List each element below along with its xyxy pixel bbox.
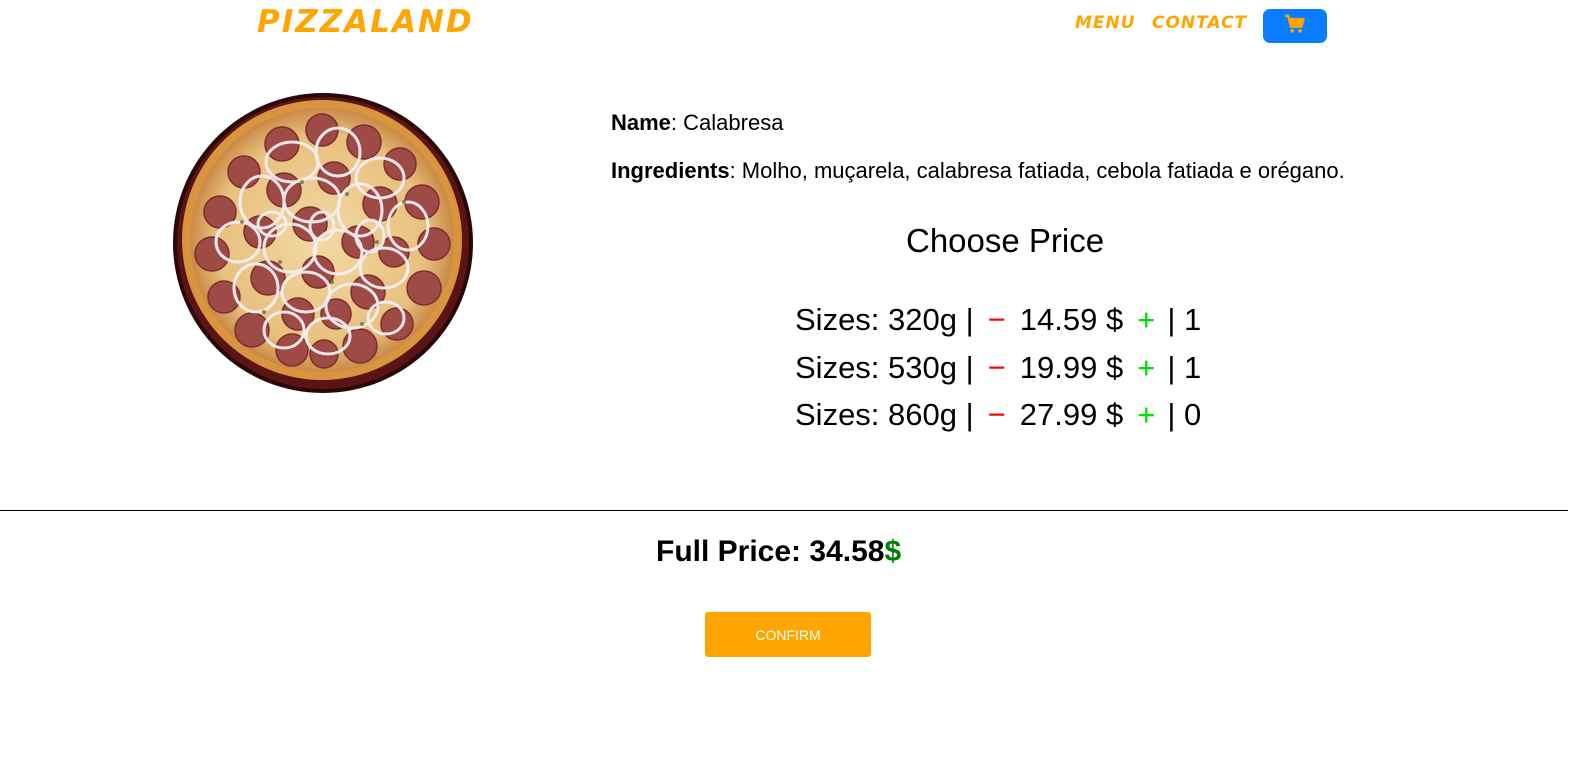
nav-contact-link[interactable]: CONTACT — [1152, 13, 1247, 33]
header: PIZZALAND MENU CONTACT — [0, 0, 1568, 52]
size-quantity: | 1 — [1167, 302, 1202, 337]
full-price-amount: 34.58 — [809, 535, 885, 568]
choose-price-title: Choose Price — [906, 222, 1105, 259]
product-ingredients: Ingredients: Molho, muçarela, calabresa … — [611, 158, 1345, 184]
size-row: Sizes: 530g | − 19.99 $ + | 1 — [795, 350, 1201, 386]
product-name-value: : Calabresa — [670, 110, 784, 135]
brand-logo[interactable]: PIZZALAND — [257, 4, 474, 40]
product-name-label: Name — [611, 110, 671, 135]
cart-icon — [1284, 14, 1306, 39]
nav-menu-link[interactable]: MENU — [1075, 13, 1136, 33]
size-quantity: | 0 — [1167, 397, 1202, 432]
cart-button[interactable] — [1263, 9, 1327, 43]
size-price: 19.99 $ — [1019, 350, 1124, 385]
pizza-image — [172, 92, 474, 394]
decrease-button[interactable]: − — [988, 350, 1006, 386]
increase-button[interactable]: + — [1137, 397, 1155, 433]
size-row: Sizes: 320g | − 14.59 $ + | 1 — [795, 302, 1201, 338]
decrease-button[interactable]: − — [988, 397, 1006, 433]
product-name: Name: Calabresa — [611, 110, 783, 136]
increase-button[interactable]: + — [1137, 350, 1155, 386]
increase-button[interactable]: + — [1137, 302, 1155, 338]
product-ingredients-value: : Molho, muçarela, calabresa fatiada, ce… — [729, 158, 1345, 183]
size-label: Sizes: 860g | — [795, 397, 974, 432]
size-price: 27.99 $ — [1019, 397, 1124, 432]
full-price-label: Full Price: — [656, 535, 810, 568]
full-price: Full Price: 34.58$ — [656, 535, 901, 569]
size-quantity: | 1 — [1167, 350, 1202, 385]
confirm-button[interactable]: CONFIRM — [705, 612, 871, 657]
size-price: 14.59 $ — [1019, 302, 1124, 337]
currency-symbol: $ — [884, 535, 902, 568]
product-ingredients-label: Ingredients — [611, 158, 730, 183]
divider — [0, 510, 1568, 511]
size-label: Sizes: 530g | — [795, 350, 974, 385]
size-row: Sizes: 860g | − 27.99 $ + | 0 — [795, 397, 1201, 433]
decrease-button[interactable]: − — [988, 302, 1006, 338]
size-label: Sizes: 320g | — [795, 302, 974, 337]
